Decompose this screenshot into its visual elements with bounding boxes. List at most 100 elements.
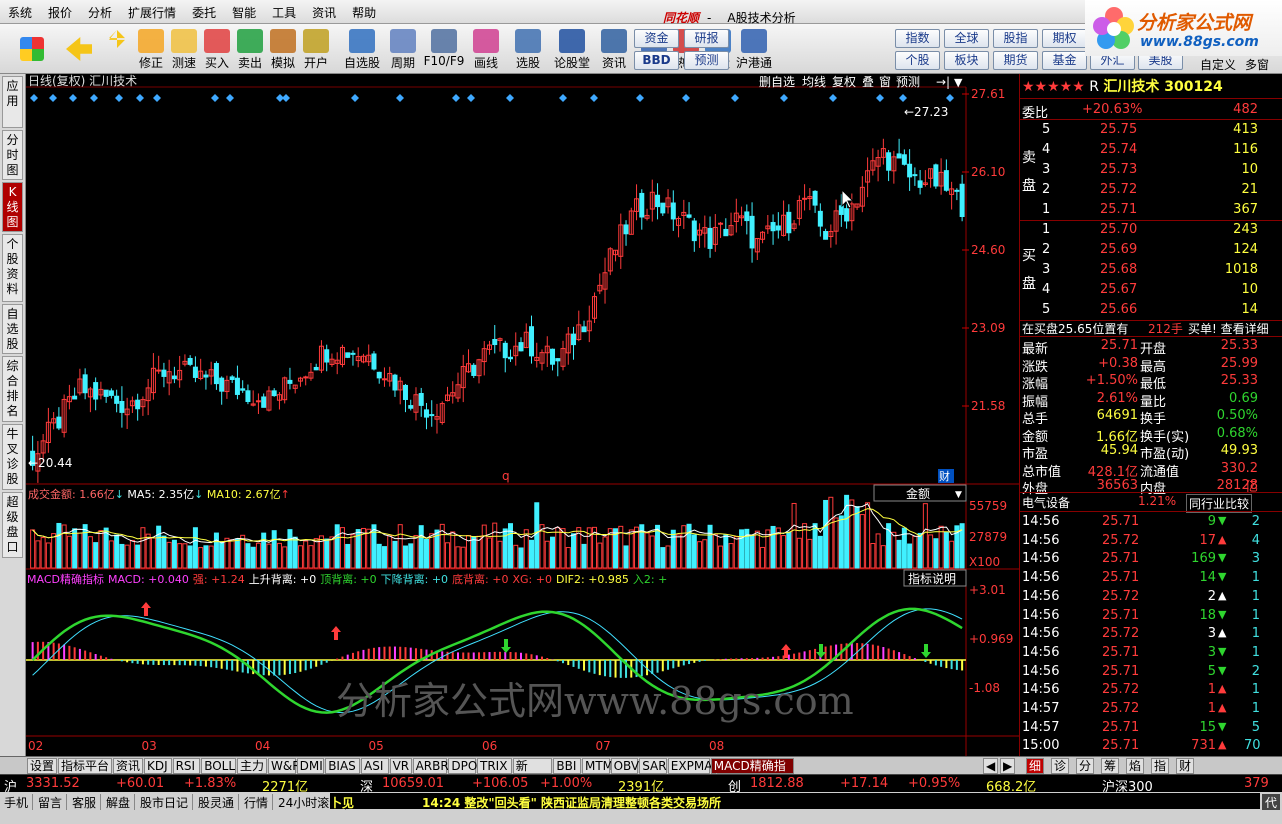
- left-tab-5[interactable]: 综合排名: [2, 356, 23, 422]
- toolbar-button-clock-7[interactable]: 周期: [384, 27, 422, 71]
- indicator-tab-8[interactable]: DMI: [296, 758, 325, 774]
- indicator-tab-4[interactable]: RSI: [172, 758, 201, 774]
- menu-item-0[interactable]: 系统: [0, 0, 40, 21]
- asset-button-3[interactable]: 基金: [1042, 51, 1087, 70]
- windows-icon[interactable]: [8, 27, 56, 71]
- sell-level-2[interactable]: 2 25.72 21: [1020, 180, 1282, 199]
- chart-tool-3[interactable]: 叠: [862, 75, 874, 89]
- indicator-tab-10[interactable]: ASI: [361, 758, 389, 774]
- buy-level-2[interactable]: 2 25.69 124: [1020, 240, 1282, 259]
- menu-item-4[interactable]: 委托: [184, 0, 224, 21]
- asset-button-0[interactable]: 个股: [895, 51, 940, 70]
- status-item-2[interactable]: 客服: [72, 794, 102, 811]
- sell-level-3[interactable]: 3 25.73 10: [1020, 160, 1282, 179]
- news-ticker[interactable]: 卜见 14:24 整改"回头看" 陕西证监局清理整顿各类交易场所: [330, 793, 1260, 810]
- indicator-tab-15[interactable]: 新DMA: [512, 758, 553, 787]
- indicator-tab-14[interactable]: TRIX: [477, 758, 512, 774]
- tab-scroll-right-icon[interactable]: ▶: [1000, 758, 1016, 774]
- quote-bottom-tab-1[interactable]: 诊: [1051, 758, 1070, 774]
- indicator-tab-9[interactable]: BIAS: [325, 758, 360, 774]
- status-item-3[interactable]: 解盘: [106, 794, 136, 811]
- toolbar-button-hammer-4[interactable]: 模拟: [266, 27, 300, 71]
- sell-level-4[interactable]: 4 25.74 116: [1020, 140, 1282, 159]
- custom-label[interactable]: 自定义: [1200, 56, 1236, 73]
- chart-tool-4[interactable]: 窗: [879, 75, 891, 89]
- left-tab-2[interactable]: K线图: [2, 182, 23, 232]
- menu-item-5[interactable]: 智能: [224, 0, 264, 21]
- indicator-tab-17[interactable]: MTM: [582, 758, 613, 774]
- chart-tool-0[interactable]: 删自选: [759, 75, 795, 89]
- market-button-1[interactable]: 全球: [944, 29, 989, 48]
- updown-arrows-icon[interactable]: [104, 27, 130, 71]
- toolbar-button-lock-5[interactable]: 开户: [300, 27, 332, 71]
- quote-bottom-tab-2[interactable]: 分: [1076, 758, 1095, 774]
- left-tab-4[interactable]: 自选股: [2, 304, 23, 354]
- tab-scroll-left-icon[interactable]: ◀: [983, 758, 999, 774]
- chart-menu-icon[interactable]: ▼: [954, 76, 963, 89]
- chart-tool-1[interactable]: 均线: [802, 75, 826, 89]
- multi-window-label[interactable]: 多窗: [1245, 56, 1269, 73]
- quote-bottom-tab-0[interactable]: 细: [1026, 758, 1045, 774]
- indicator-tab-13[interactable]: DPO: [448, 758, 477, 774]
- status-item-5[interactable]: 股灵通: [198, 794, 240, 811]
- left-tab-7[interactable]: 超级盘口: [2, 492, 23, 558]
- indicator-tab-20[interactable]: EXPMA: [667, 758, 712, 774]
- quote-bottom-tab-3[interactable]: 筹: [1101, 758, 1120, 774]
- toolbar-button-sell-3[interactable]: 卖出: [234, 27, 266, 71]
- chart-tool-5[interactable]: 预测: [896, 75, 920, 89]
- indicator-tab-7[interactable]: W&R: [268, 758, 301, 774]
- indicator-tab-19[interactable]: SAR: [639, 758, 667, 774]
- buy-level-3[interactable]: 3 25.68 1018: [1020, 260, 1282, 279]
- menu-item-1[interactable]: 报价: [40, 0, 80, 21]
- chart-tool-2[interactable]: 复权: [832, 75, 856, 89]
- market-button-0[interactable]: 指数: [895, 29, 940, 48]
- status-item-0[interactable]: 手机: [4, 794, 34, 811]
- toolbar-button-star-6[interactable]: 自选股: [340, 27, 384, 71]
- indicator-tab-21[interactable]: MACD精确指标: [710, 758, 794, 787]
- indicator-tab-2[interactable]: 资讯: [113, 758, 143, 774]
- market-button-3[interactable]: 期权: [1042, 29, 1087, 48]
- toolbar-button-buy-2[interactable]: 买入: [200, 27, 234, 71]
- menu-item-8[interactable]: 帮助: [344, 0, 384, 21]
- indicator-tab-11[interactable]: VR: [389, 758, 412, 774]
- sell-level-1[interactable]: 1 25.71 367: [1020, 200, 1282, 219]
- indicator-tab-3[interactable]: KDJ: [144, 758, 172, 774]
- indicator-tab-5[interactable]: BOLL: [201, 758, 236, 774]
- quote-bottom-tab-4[interactable]: 焰: [1126, 758, 1145, 774]
- asset-button-2[interactable]: 期货: [993, 51, 1038, 70]
- zijin-button[interactable]: 资金: [634, 29, 679, 48]
- left-tab-6[interactable]: 牛叉诊股: [2, 424, 23, 490]
- toolbar-button-hk-16[interactable]: 沪港通: [734, 27, 774, 71]
- menu-item-2[interactable]: 分析: [80, 0, 120, 21]
- toolbar-button-doc-8[interactable]: F10/F9: [422, 27, 466, 71]
- toolbar-button-select-10[interactable]: 选股: [506, 27, 550, 71]
- toolbar-button-sun-0[interactable]: 修正: [134, 27, 168, 71]
- left-tab-0[interactable]: 应用: [2, 76, 23, 128]
- indicator-tab-12[interactable]: ARBR: [412, 758, 449, 774]
- buy-level-5[interactable]: 5 25.66 14: [1020, 300, 1282, 319]
- status-end-button[interactable]: 代: [1262, 794, 1281, 811]
- chart-canvas[interactable]: 日线(复权) 汇川技术 删自选 均线 复权叠窗预测 →| ▼ 27.61 26.10 24.60…: [26, 74, 1019, 756]
- bbd-button[interactable]: BBD: [634, 51, 679, 70]
- indicator-tab-1[interactable]: 指标平台: [58, 758, 112, 774]
- left-tab-1[interactable]: 分时图: [2, 130, 23, 180]
- menu-item-7[interactable]: 资讯: [304, 0, 344, 21]
- toolbar-button-pen-9[interactable]: 画线: [466, 27, 506, 71]
- menu-item-3[interactable]: 扩展行情: [120, 0, 184, 21]
- back-arrow-icon[interactable]: [62, 27, 96, 71]
- quote-bottom-tab-5[interactable]: 指: [1151, 758, 1170, 774]
- buy-level-1[interactable]: 1 25.70 243: [1020, 220, 1282, 239]
- sell-level-5[interactable]: 5 25.75 413: [1020, 120, 1282, 139]
- status-item-4[interactable]: 股市日记: [140, 794, 194, 811]
- status-item-1[interactable]: 留言: [38, 794, 68, 811]
- left-tab-3[interactable]: 个股资料: [2, 234, 23, 302]
- yuce-button[interactable]: 预测: [684, 51, 729, 70]
- buy-level-4[interactable]: 4 25.67 10: [1020, 280, 1282, 299]
- toolbar-button-clock-1[interactable]: 测速: [168, 27, 200, 71]
- order-hint-row[interactable]: 在买盘25.65位置有 212手 买单! 查看详细: [1020, 318, 1282, 337]
- indicator-tab-0[interactable]: 设置: [27, 758, 57, 774]
- toolbar-button-lun-11[interactable]: 论股堂: [550, 27, 594, 71]
- indicator-tab-6[interactable]: 主力: [237, 758, 267, 774]
- asset-button-1[interactable]: 板块: [944, 51, 989, 70]
- chevron-down-icon[interactable]: ▼: [955, 490, 962, 500]
